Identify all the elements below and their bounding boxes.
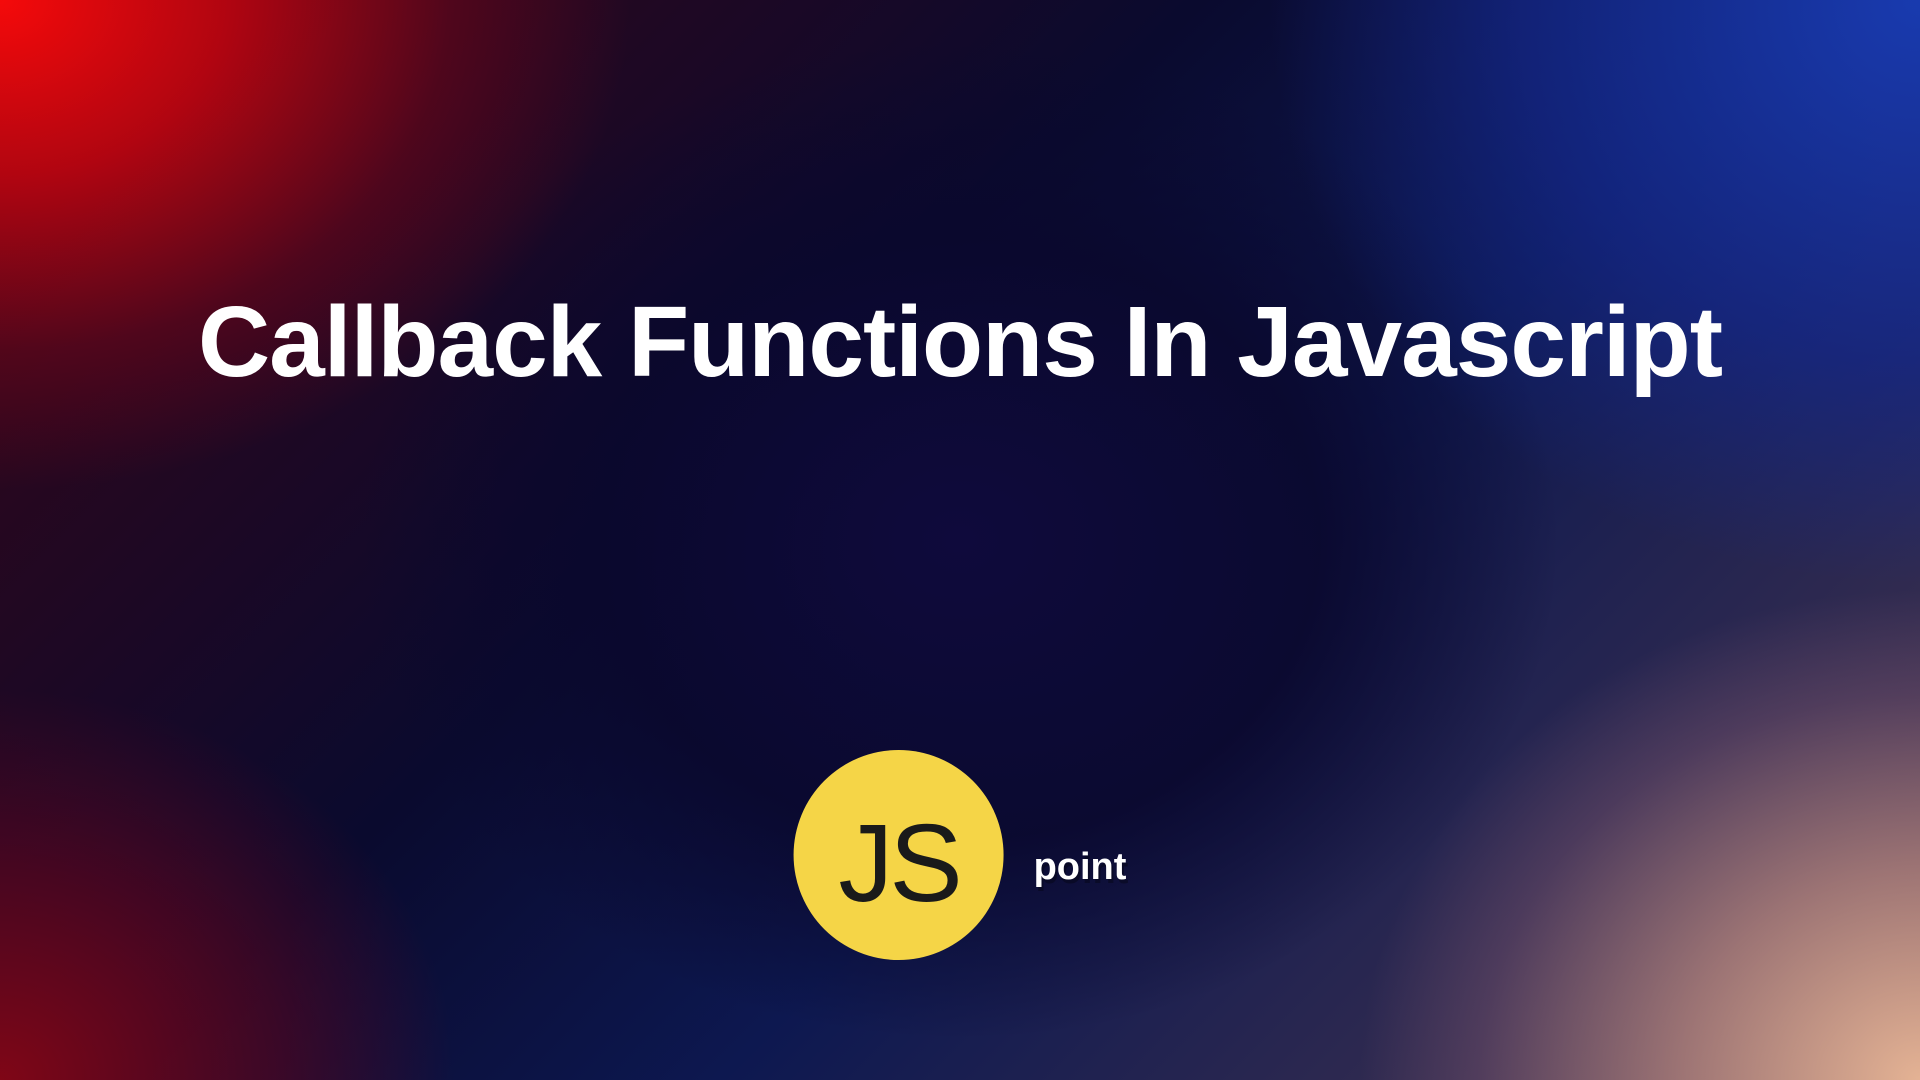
content-container: Callback Functions In Javascript JS poin…	[0, 0, 1920, 1080]
logo-suffix-wrapper: point point	[1034, 834, 1127, 877]
main-title: Callback Functions In Javascript	[0, 285, 1920, 400]
logo-suffix-text: point	[1034, 846, 1127, 888]
js-logo-text: JS	[838, 800, 958, 927]
js-logo-circle: JS	[794, 750, 1004, 960]
logo-container: JS point point	[794, 750, 1127, 960]
